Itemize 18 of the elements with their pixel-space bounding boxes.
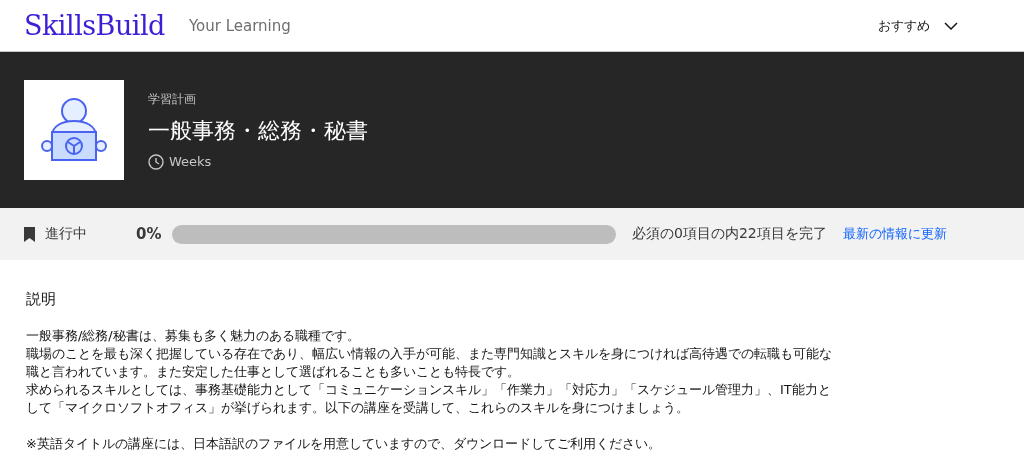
clock-icon [148,153,164,170]
sort-dropdown[interactable]: おすすめ [874,12,962,39]
course-title: 一般事務・総務・秘書 [148,116,368,145]
footnote: ※英語タイトルの講座には、日本語訳のファイルを用意していますので、ダウンロードしてご利用ください。 [26,435,662,453]
header-subtitle: Your Learning [188,16,291,35]
duration-text: Weeks [169,154,212,169]
content-type-label: 学習計画 [148,90,197,108]
bookmark-icon [24,226,35,242]
description-paragraph: 職場のことを最も深く把握している存在であり、幅広い情報の入手が可能、また専門知識とスキルを身につければ高待遇での転職も可能な職と言われています。また安定した仕事として選ばれることも多いことも特長です。 [26,345,833,381]
chevron-down-icon [944,21,958,30]
status-label: 進行中 [45,225,87,243]
completion-summary: 必須の0項目の内22項目を完了 [632,225,827,243]
section-heading: 説明 [26,290,57,309]
progress-percent: 0% [136,225,163,243]
refresh-link[interactable]: 最新の情報に更新 [842,225,947,243]
logo: SkillsBuild [24,10,165,41]
description-paragraph: 求められるスキルとしては、事務基礎能力として「コミュニケーションスキル」「作業力」「対応力」「スケジュール管理力」、IT能力として「マイクロソフトオフィス」が挙げられます。以下の講座を受講して、これらのスキルを身につけましょう。 [26,381,832,417]
description-paragraph: 一般事務/総務/秘書は、募集も多く魅力のある職種です。 [26,327,361,345]
